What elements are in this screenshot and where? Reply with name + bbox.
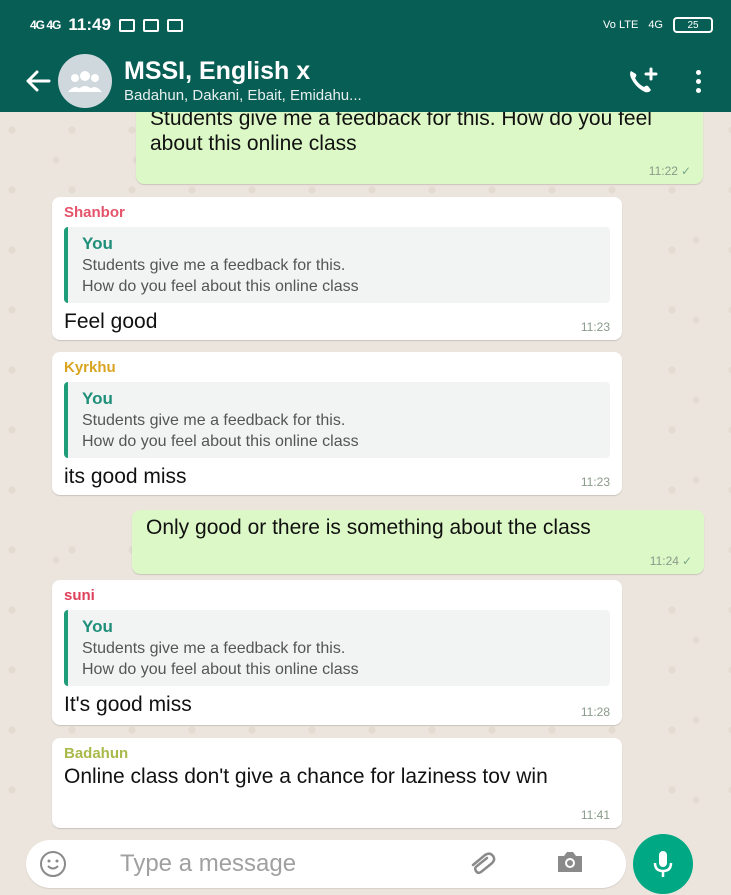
message-incoming[interactable]: Badahun Online class don't give a chance… <box>52 738 622 828</box>
notification-icon <box>118 18 135 32</box>
camera-icon[interactable] <box>555 850 585 874</box>
quote-line: How do you feel about this online class <box>82 433 359 450</box>
quote-line: Students give me a feedback for this. <box>82 257 346 274</box>
quoted-message[interactable]: You Students give me a feedback for this… <box>64 227 610 303</box>
quote-line: How do you feel about this online class <box>82 278 359 295</box>
battery-icon: 25 <box>673 17 713 33</box>
sender-name: Shanbor <box>64 204 125 221</box>
read-tick-icon: ✓ <box>681 554 692 568</box>
chat-header: MSSI, English x Badahun, Dakani, Ebait, … <box>0 50 731 112</box>
status-bar: 4G 4G 11:49 Vo LTE 4G 25 <box>0 0 731 50</box>
back-arrow-icon[interactable] <box>18 61 58 101</box>
message-incoming[interactable]: Shanbor You Students give me a feedback … <box>52 197 622 340</box>
chat-title: MSSI, English x <box>124 56 311 85</box>
message-input[interactable] <box>118 846 442 882</box>
quoted-message[interactable]: You Students give me a feedback for this… <box>64 610 610 686</box>
add-call-icon[interactable] <box>621 59 665 103</box>
message-outgoing[interactable]: Only good or there is something about th… <box>132 510 704 574</box>
quote-author: You <box>82 389 113 408</box>
message-time: 11:23 <box>580 320 610 334</box>
message-time: 11:28 <box>580 705 610 719</box>
mail-notification-icon <box>166 18 183 32</box>
quote-author: You <box>82 234 113 253</box>
message-time: 11:23 <box>580 475 610 489</box>
mic-icon[interactable] <box>633 834 693 894</box>
volte-label: Vo LTE <box>603 19 639 31</box>
message-outgoing[interactable]: Students give me a feedback for this. Ho… <box>136 112 703 184</box>
emoji-icon[interactable] <box>40 851 66 877</box>
message-time: 11:41 <box>580 808 610 822</box>
message-incoming[interactable]: suni You Students give me a feedback for… <box>52 580 622 725</box>
message-time: 11:22 <box>648 164 678 178</box>
group-avatar-icon[interactable] <box>58 54 112 108</box>
network-signal: 4G 4G <box>30 18 61 32</box>
message-text: its good miss <box>64 465 187 488</box>
sender-name: Badahun <box>64 745 129 762</box>
chat-area[interactable]: Students give me a feedback for this. Ho… <box>0 112 731 832</box>
facebook-notification-icon <box>142 18 159 32</box>
chat-members: Badahun, Dakani, Ebait, Emidahu... <box>124 86 362 104</box>
read-tick-icon: ✓ <box>680 164 691 178</box>
message-text: It's good miss <box>64 693 192 716</box>
message-incoming[interactable]: Kyrkhu You Students give me a feedback f… <box>52 352 622 495</box>
chat-title-area[interactable]: MSSI, English x Badahun, Dakani, Ebait, … <box>124 57 621 106</box>
sender-name: suni <box>64 587 95 604</box>
sender-name: Kyrkhu <box>64 359 116 376</box>
quote-author: You <box>82 617 113 636</box>
battery-level: 25 <box>687 19 699 31</box>
quote-line: Students give me a feedback for this. <box>82 412 346 429</box>
quote-line: How do you feel about this online class <box>82 661 359 678</box>
message-text: Online class don't give a chance for laz… <box>64 765 548 788</box>
quote-line: Students give me a feedback for this. <box>82 640 346 657</box>
message-text: Students give me a feedback for this. Ho… <box>150 112 652 155</box>
status-time: 11:49 <box>68 15 111 34</box>
more-vert-icon[interactable] <box>683 59 713 103</box>
quoted-message[interactable]: You Students give me a feedback for this… <box>64 382 610 458</box>
composer-bar <box>0 832 731 895</box>
message-text: Only good or there is something about th… <box>146 516 591 539</box>
message-text: Feel good <box>64 310 158 333</box>
network-right: 4G <box>648 19 663 31</box>
message-time: 11:24 <box>649 554 679 568</box>
attach-icon[interactable] <box>465 846 505 880</box>
